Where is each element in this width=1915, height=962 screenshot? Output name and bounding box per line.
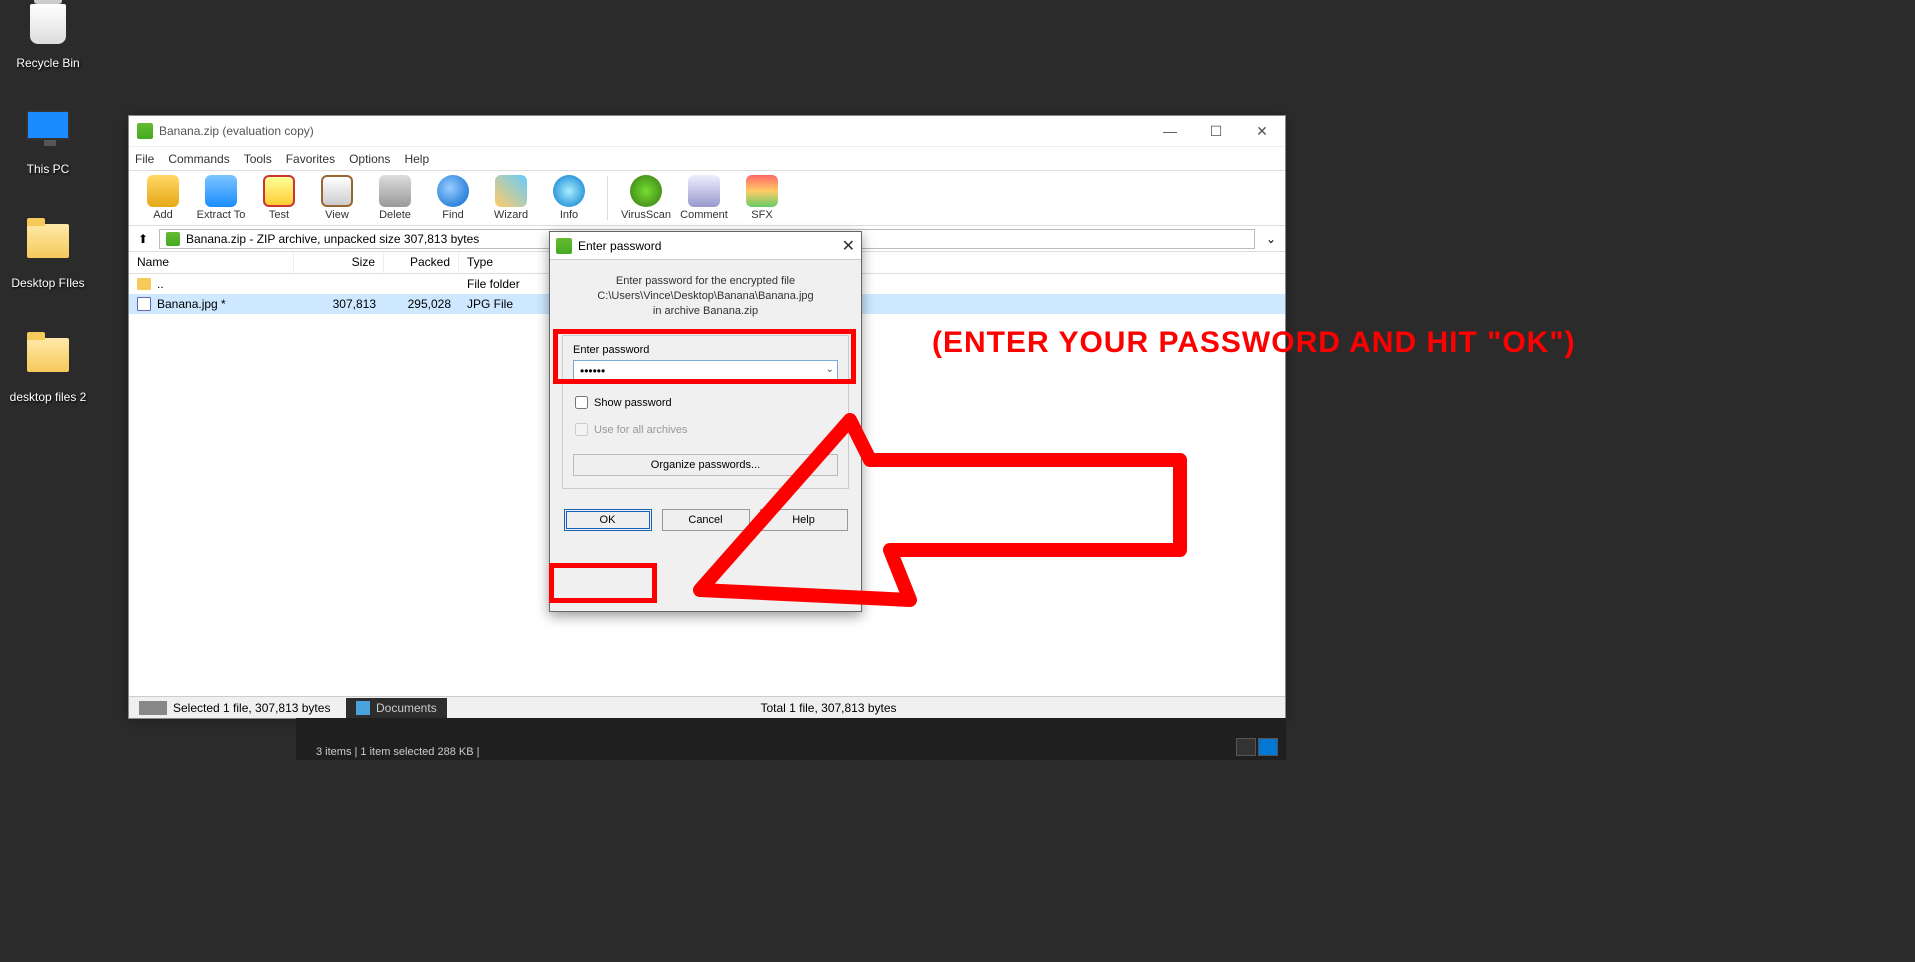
- add-icon: [147, 175, 179, 207]
- monitor-icon: [26, 110, 70, 140]
- up-level-button[interactable]: ⬆: [133, 232, 153, 246]
- toolbar-view[interactable]: View: [311, 175, 363, 221]
- cancel-button[interactable]: Cancel: [662, 509, 750, 531]
- menu-file[interactable]: File: [135, 152, 154, 166]
- password-dialog: Enter password ✕ Enter password for the …: [549, 231, 862, 612]
- toolbar-test[interactable]: Test: [253, 175, 305, 221]
- password-input[interactable]: [573, 360, 838, 382]
- find-icon: [437, 175, 469, 207]
- status-right: Total 1 file, 307,813 bytes: [760, 701, 896, 715]
- dialog-title: Enter password: [578, 239, 661, 253]
- toolbar-virusscan[interactable]: VirusScan: [620, 175, 672, 221]
- toolbar-sfx[interactable]: SFX: [736, 175, 788, 221]
- jpg-file-icon: [137, 297, 151, 311]
- column-name[interactable]: Name: [129, 252, 294, 273]
- toolbar-comment[interactable]: Comment: [678, 175, 730, 221]
- explorer-tab-documents[interactable]: Documents: [346, 698, 447, 718]
- menu-bar: File Commands Tools Favorites Options He…: [129, 146, 1285, 170]
- winrar-icon: [556, 238, 572, 254]
- desktop-icon-folder-2[interactable]: desktop files 2: [8, 330, 88, 404]
- extract-icon: [205, 175, 237, 207]
- toolbar-add[interactable]: Add: [137, 175, 189, 221]
- sfx-icon: [746, 175, 778, 207]
- dialog-button-row: OK Cancel Help: [550, 495, 861, 545]
- status-mode-icon: [139, 701, 167, 715]
- path-dropdown[interactable]: ⌄: [1261, 232, 1281, 246]
- recycle-bin-icon: [30, 4, 66, 44]
- wizard-icon: [495, 175, 527, 207]
- view-large-icons-button[interactable]: [1258, 738, 1278, 756]
- desktop-icon-recycle-bin[interactable]: Recycle Bin: [8, 4, 88, 70]
- desktop-label: Desktop FIles: [8, 276, 88, 290]
- comment-icon: [688, 175, 720, 207]
- explorer-status: 3 items | 1 item selected 288 KB |: [316, 746, 479, 758]
- menu-favorites[interactable]: Favorites: [286, 152, 335, 166]
- show-password-checkbox[interactable]: Show password: [575, 396, 838, 409]
- toolbar-info[interactable]: Info: [543, 175, 595, 221]
- toolbar-extract[interactable]: Extract To: [195, 175, 247, 221]
- virus-icon: [630, 175, 662, 207]
- menu-commands[interactable]: Commands: [168, 152, 229, 166]
- organize-passwords-button[interactable]: Organize passwords...: [573, 454, 838, 476]
- view-details-button[interactable]: [1236, 738, 1256, 756]
- column-size[interactable]: Size: [294, 252, 384, 273]
- chevron-down-icon[interactable]: ⌄: [826, 364, 834, 375]
- status-bar: Selected 1 file, 307,813 bytes Total 1 f…: [129, 696, 1285, 718]
- desktop-icon-this-pc[interactable]: This PC: [8, 110, 88, 176]
- column-packed[interactable]: Packed: [384, 252, 459, 273]
- minimize-button[interactable]: —: [1155, 123, 1185, 140]
- view-icon: [321, 175, 353, 207]
- use-all-archives-checkbox: Use for all archives: [575, 423, 838, 436]
- checkbox[interactable]: [575, 396, 588, 409]
- ok-button[interactable]: OK: [564, 509, 652, 531]
- close-icon[interactable]: ✕: [842, 236, 855, 256]
- toolbar-wizard[interactable]: Wizard: [485, 175, 537, 221]
- checkbox: [575, 423, 588, 436]
- menu-tools[interactable]: Tools: [244, 152, 272, 166]
- documents-icon: [356, 701, 370, 715]
- winrar-icon: [137, 123, 153, 139]
- delete-icon: [379, 175, 411, 207]
- status-left: Selected 1 file, 307,813 bytes: [173, 701, 330, 715]
- toolbar-delete[interactable]: Delete: [369, 175, 421, 221]
- separator: [607, 176, 608, 220]
- folder-icon: [27, 224, 69, 258]
- folder-icon: [27, 338, 69, 372]
- desktop-label: This PC: [8, 162, 88, 176]
- folder-icon: [137, 278, 151, 290]
- help-button[interactable]: Help: [760, 509, 848, 531]
- menu-options[interactable]: Options: [349, 152, 390, 166]
- password-fieldset: Enter password ⌄ Show password Use for a…: [562, 335, 849, 489]
- desktop-label: Recycle Bin: [8, 56, 88, 70]
- maximize-button[interactable]: ☐: [1201, 123, 1231, 140]
- test-icon: [263, 175, 295, 207]
- toolbar: Add Extract To Test View Delete Find Wiz…: [129, 170, 1285, 226]
- archive-icon: [166, 232, 180, 246]
- explorer-window-strip: Documents 3 items | 1 item selected 288 …: [296, 718, 1286, 760]
- info-icon: [553, 175, 585, 207]
- dialog-message: Enter password for the encrypted file C:…: [550, 260, 861, 329]
- desktop-icon-folder-1[interactable]: Desktop FIles: [8, 216, 88, 290]
- dialog-titlebar[interactable]: Enter password ✕: [550, 232, 861, 260]
- menu-help[interactable]: Help: [404, 152, 429, 166]
- close-button[interactable]: ✕: [1247, 123, 1277, 140]
- desktop-label: desktop files 2: [8, 390, 88, 404]
- password-label: Enter password: [573, 344, 838, 356]
- toolbar-find[interactable]: Find: [427, 175, 479, 221]
- window-title: Banana.zip (evaluation copy): [159, 124, 314, 138]
- titlebar[interactable]: Banana.zip (evaluation copy) — ☐ ✕: [129, 116, 1285, 146]
